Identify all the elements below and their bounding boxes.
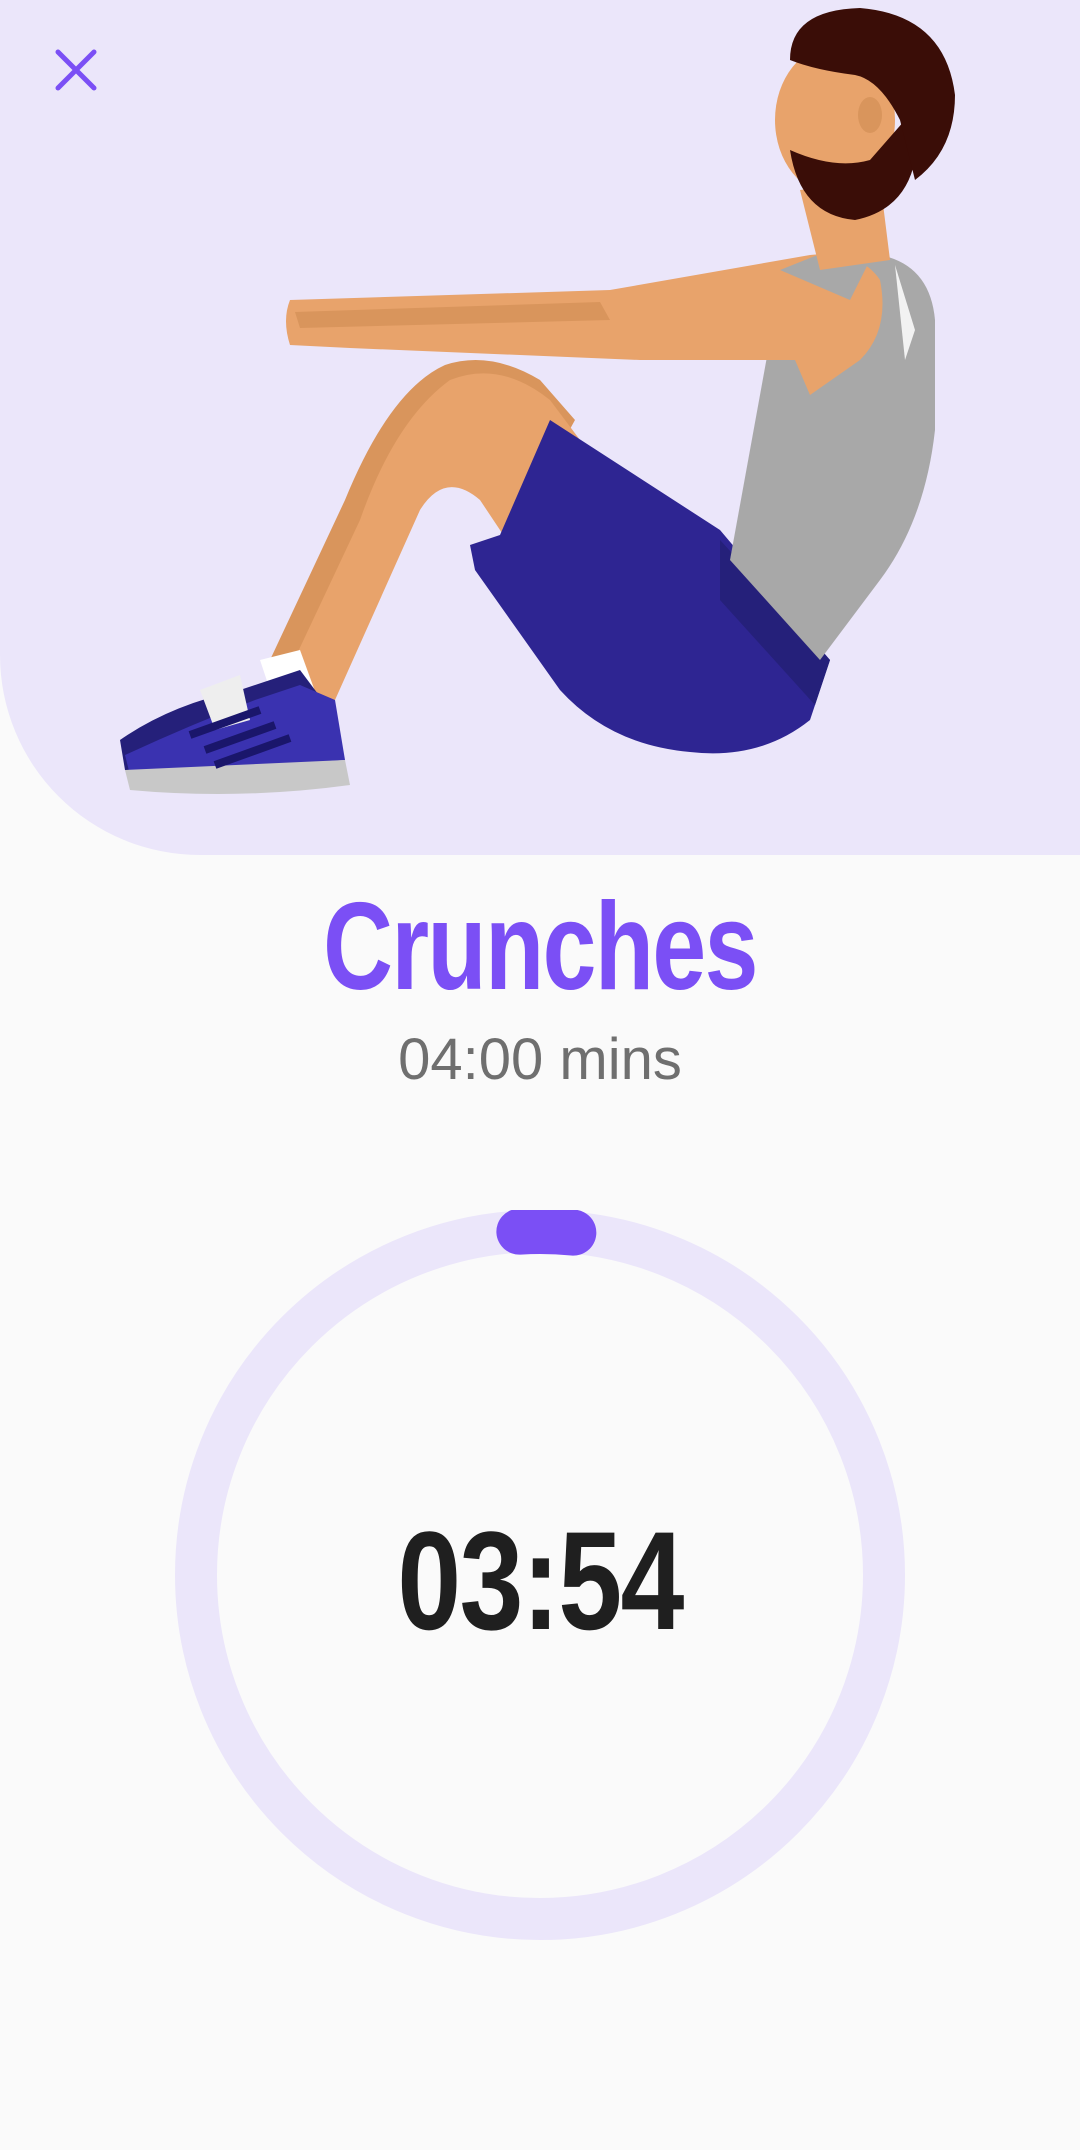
countdown-timer: 03:54	[175, 1208, 905, 1940]
close-button[interactable]	[52, 46, 132, 126]
exercise-title: Crunches	[323, 878, 758, 1016]
timer-remaining-text: 03:54	[397, 1502, 684, 1659]
timer-remaining: 03:54	[175, 1210, 905, 1940]
exercise-illustration-panel	[0, 0, 1080, 855]
close-icon	[55, 49, 97, 91]
exercise-duration: 04:00 mins	[398, 1027, 682, 1092]
crunches-illustration	[120, 8, 955, 794]
